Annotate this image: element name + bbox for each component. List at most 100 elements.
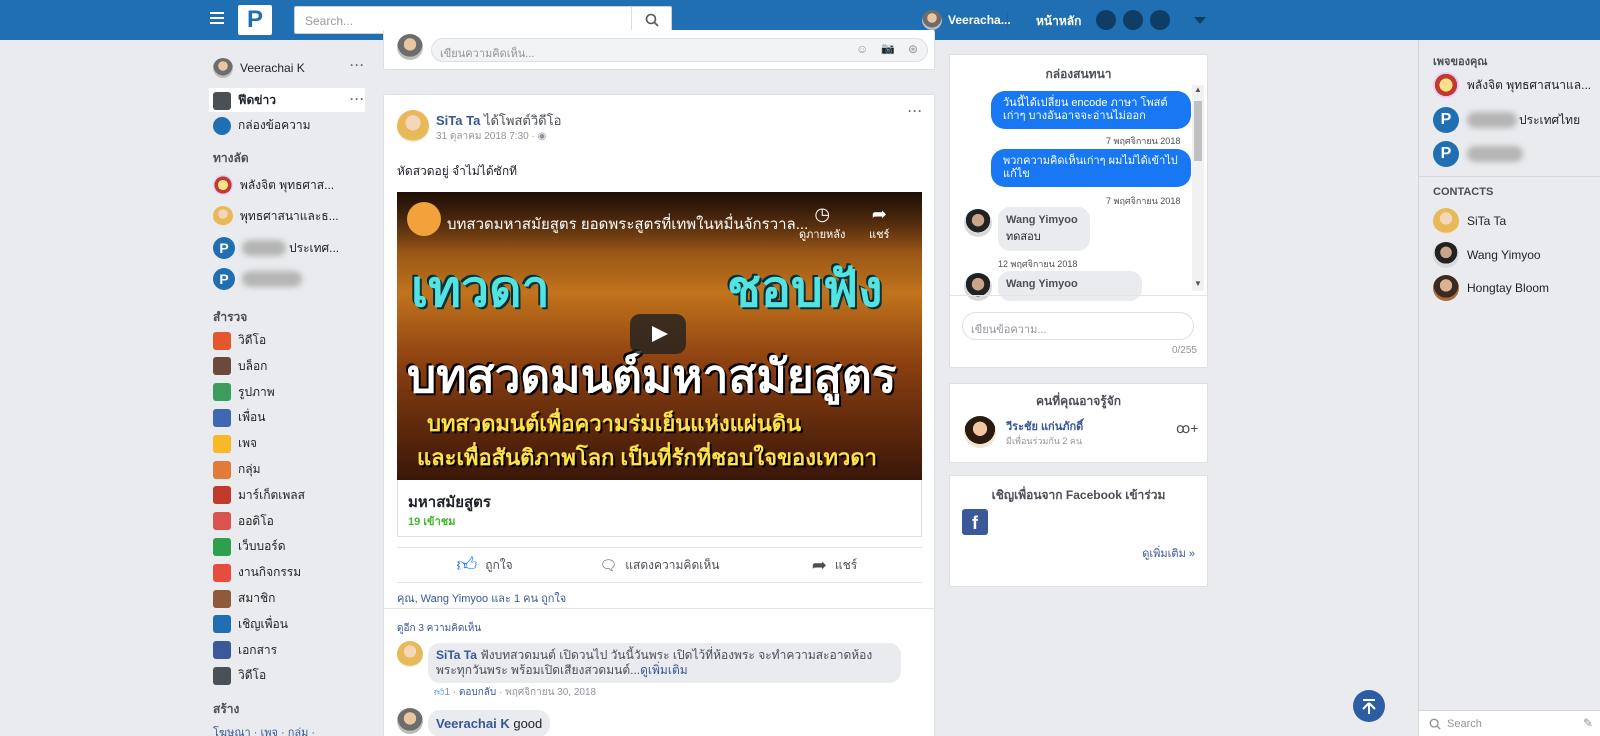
post-author-avatar[interactable]: [397, 110, 429, 142]
share-icon: ➦: [811, 554, 827, 575]
site-logo[interactable]: P: [238, 5, 272, 35]
top-user-profile[interactable]: Veeracha...: [922, 10, 1011, 30]
contact-item[interactable]: Wang Yimyoo: [1433, 242, 1541, 268]
sticker-icon[interactable]: ⊛: [908, 42, 918, 56]
comment-author[interactable]: SiTa Ta: [436, 648, 477, 662]
sidebar-item-inbox[interactable]: กล่องข้อความ: [213, 116, 311, 135]
post-action: ได้โพสต์วิดีโอ: [483, 113, 562, 128]
sidebar-item-label: วิดีโอ: [238, 333, 267, 347]
sidebar-item-explore[interactable]: บล็อก: [213, 357, 267, 376]
sidebar-item-explore[interactable]: เพื่อน: [213, 408, 265, 427]
your-page-item[interactable]: P ประเทศไทย: [1433, 107, 1580, 133]
news-feed-more-icon[interactable]: ···: [350, 92, 365, 106]
account-menu-caret-icon[interactable]: [1194, 17, 1206, 24]
page-logo-icon: P: [1433, 141, 1459, 167]
channel-avatar[interactable]: [407, 202, 441, 236]
sidebar-item-explore[interactable]: วิดีโอ: [213, 331, 266, 350]
like-button[interactable]: 👍︎ ถูกใจ: [397, 548, 572, 582]
sidebar-item-explore[interactable]: เชิญเพื่อน: [213, 615, 288, 634]
sidebar-profile[interactable]: Veerachai K: [213, 58, 305, 78]
emoji-icon[interactable]: ☺: [856, 42, 868, 56]
share-label: แชร์: [834, 557, 858, 572]
invite-more-link[interactable]: ดูเพิ่มเติม »: [1142, 544, 1195, 562]
scroll-up-icon[interactable]: ▲: [1194, 85, 1202, 94]
sidebar-shortcut[interactable]: P ประเทศ...: [213, 237, 339, 259]
thumbs-up-icon: 👍︎: [456, 554, 478, 576]
sidebar-item-explore[interactable]: เอกสาร: [213, 641, 277, 660]
contacts-search-input[interactable]: Search: [1447, 718, 1482, 730]
sidebar-item-explore[interactable]: เพจ: [213, 434, 257, 453]
watch-later-label: ดูภายหลัง: [799, 229, 846, 241]
create-links[interactable]: โฆษณา · เพจ · กลุ่ม ·: [213, 723, 315, 736]
sidebar-item-explore[interactable]: รูปภาพ: [213, 383, 275, 402]
sidebar-item-explore[interactable]: มาร์เก็ตเพลส: [213, 486, 305, 505]
contacts-heading: CONTACTS: [1433, 186, 1494, 198]
sidebar-item-news-feed[interactable]: ฟีดข่าว: [213, 91, 276, 110]
photo-icon: [213, 383, 231, 402]
sidebar-shortcut[interactable]: P: [213, 268, 302, 290]
sidebar-item-explore[interactable]: สมาชิก: [213, 589, 275, 608]
your-pages-heading: เพจของคุณ: [1433, 56, 1488, 68]
sidebar-item-label: ออดิโอ: [238, 513, 274, 528]
sidebar-item-explore[interactable]: วิดีโอ: [213, 666, 266, 685]
see-more-link[interactable]: ดูเพิ่มเติม: [640, 663, 688, 677]
video-title[interactable]: บทสวดมหาสมัยสูตร ยอดพระสูตรที่เทพในหมื่น…: [447, 212, 808, 236]
contacts-search[interactable]: Search ✎: [1419, 710, 1600, 736]
add-friend-icon[interactable]: ꝏ+: [1176, 420, 1198, 437]
sidebar-shortcut[interactable]: พลังจิต พุทธศาส...: [213, 175, 334, 195]
play-button-icon[interactable]: [630, 314, 686, 354]
video-caption[interactable]: มหาสมัยสูตร: [408, 490, 491, 514]
compose-icon[interactable]: ✎: [1583, 716, 1593, 730]
comment-meta: 👍︎1 · ตอบกลับ · พฤศจิกายน 30, 2018: [434, 687, 597, 698]
right-sidebar: เพจของคุณ พลังจิต พุทธศาสนาแล... P ประเท…: [1418, 40, 1600, 736]
home-link[interactable]: หน้าหลัก: [1036, 12, 1081, 31]
share-button[interactable]: ➦ แชร์: [747, 548, 922, 582]
video-share-button[interactable]: ➦ แชร์: [869, 204, 889, 243]
profile-more-icon[interactable]: ···: [350, 58, 365, 72]
suggest-avatar[interactable]: [964, 416, 996, 448]
chat-scrollbar[interactable]: ▲ ▼: [1192, 85, 1204, 291]
facebook-icon[interactable]: f: [962, 509, 988, 535]
sidebar-item-label: เชิญเพื่อน: [238, 616, 288, 631]
sidebar-item-explore[interactable]: กลุ่ม: [213, 460, 261, 479]
video-share-label: แชร์: [869, 229, 890, 241]
comment-button[interactable]: 🗨︎ แสดงความคิดเห็น: [572, 548, 747, 582]
suggest-name[interactable]: วีระชัย แก่นภักดิ์: [1006, 417, 1083, 435]
reply-link[interactable]: ตอบกลับ: [459, 687, 496, 698]
search-input[interactable]: Search...: [305, 14, 353, 28]
hamburger-menu-icon[interactable]: [210, 10, 224, 24]
post-text: หัดสวดอยู่ จำไม่ได้ซักที: [397, 164, 517, 178]
chat-input[interactable]: เขียนข้อความ...: [962, 312, 1194, 340]
post-options-icon[interactable]: ···: [908, 104, 923, 118]
notifications-globe-icon[interactable]: [1150, 10, 1170, 30]
comment-author[interactable]: Veerachai K: [436, 716, 510, 731]
comment-avatar[interactable]: [397, 708, 423, 734]
messages-icon[interactable]: [1123, 10, 1143, 30]
sidebar-item-explore[interactable]: ออดิโอ: [213, 512, 274, 531]
sidebar-item-explore[interactable]: เว็บบอร์ด: [213, 537, 286, 556]
scroll-to-top-button[interactable]: [1353, 690, 1385, 722]
your-page-item[interactable]: พลังจิต พุทธศาสนาแล...: [1433, 72, 1591, 98]
chat-scroll-thumb[interactable]: [1194, 101, 1202, 161]
chat-avatar: [964, 209, 992, 237]
your-page-item[interactable]: P: [1433, 141, 1523, 167]
page-name: พลังจิต พุทธศาสนาแล...: [1467, 77, 1592, 92]
watch-later-button[interactable]: ◷ ดูภายหลัง: [799, 204, 845, 243]
blurred-name: [242, 271, 302, 287]
view-more-comments[interactable]: ดูอีก 3 ความคิดเห็น: [397, 621, 481, 636]
comment-like-icon: 👍︎: [434, 687, 445, 698]
sidebar-shortcut[interactable]: พุทธศาสนาและธ...: [213, 206, 339, 226]
scroll-down-icon[interactable]: ▼: [1194, 279, 1202, 288]
comment-avatar[interactable]: [397, 641, 423, 667]
camera-icon[interactable]: 📷: [881, 42, 895, 55]
post-author-link[interactable]: SiTa Ta: [436, 113, 480, 128]
contact-item[interactable]: Hongtay Bloom: [1433, 275, 1549, 301]
comment-input[interactable]: เขียนความคิดเห็น... ☺ 📷 ⊛: [431, 38, 928, 62]
friend-requests-icon[interactable]: [1096, 10, 1116, 30]
contact-item[interactable]: SiTa Ta: [1433, 208, 1506, 234]
sidebar-item-explore[interactable]: งานกิจกรรม: [213, 563, 301, 582]
post-timestamp[interactable]: 31 ตุลาคม 2018 7:30: [436, 131, 529, 142]
likes-summary[interactable]: คุณ, Wang Yimyoo และ 1 คน ถูกใจ: [397, 589, 566, 607]
video-player[interactable]: บทสวดมหาสมัยสูตร ยอดพระสูตรที่เทพในหมื่น…: [397, 192, 922, 480]
sidebar-item-label: เพื่อน: [238, 410, 266, 425]
